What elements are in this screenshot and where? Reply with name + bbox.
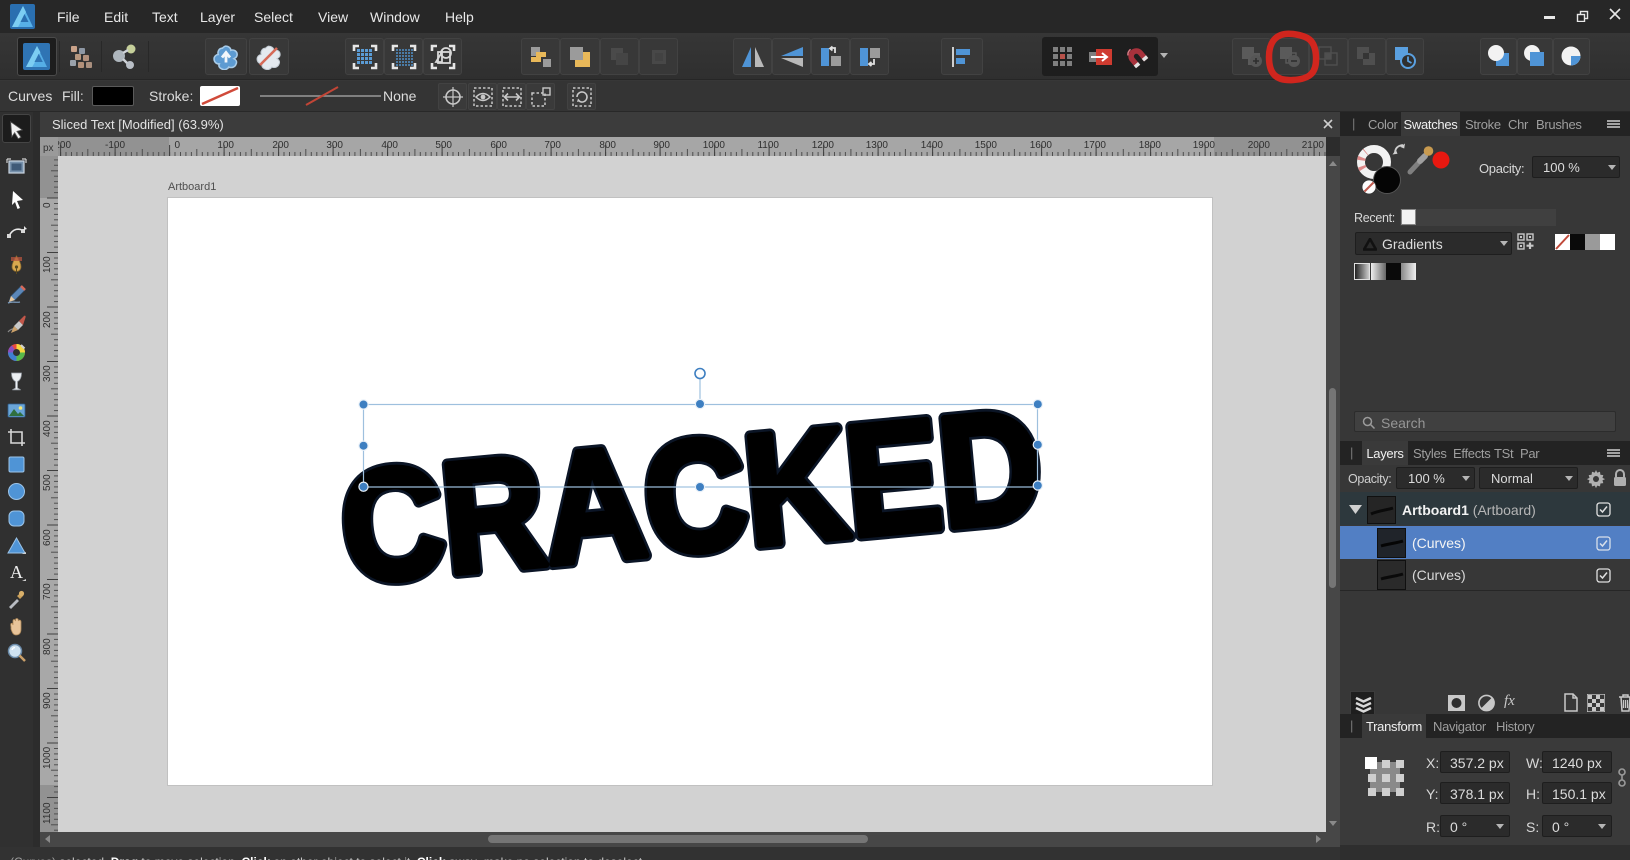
svg-text:A: A bbox=[10, 562, 23, 582]
svg-text:CRACKED: CRACKED bbox=[334, 375, 1049, 616]
